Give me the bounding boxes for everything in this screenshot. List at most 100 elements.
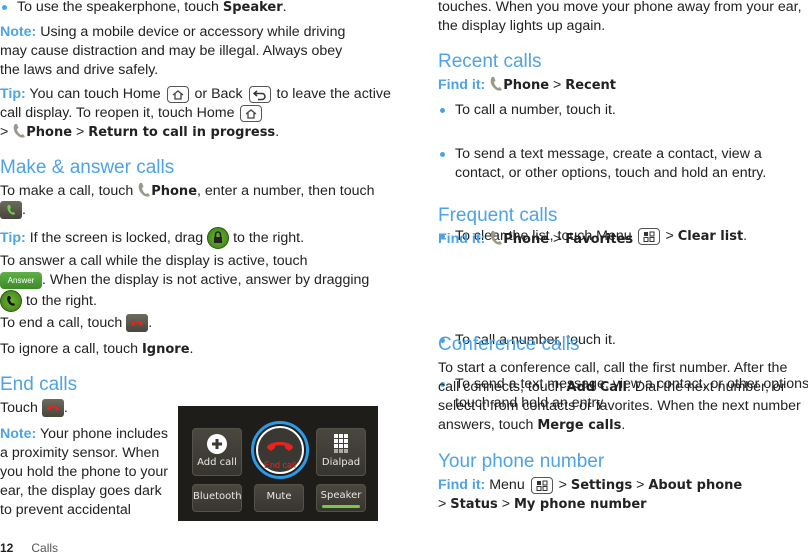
- settings-term: Settings: [570, 478, 633, 493]
- speaker-button: Speaker: [316, 484, 366, 512]
- text: .: [282, 0, 287, 15]
- findit-label: Find it:: [438, 77, 486, 93]
- bluetooth-label: Bluetooth: [193, 491, 242, 502]
- tip-home-back: Tip: You can touch Home or Back to leave…: [0, 85, 400, 142]
- conference-paragraph: To start a conference call, call the fir…: [438, 359, 808, 435]
- proximity-continuation: touches. When you move your phone away f…: [438, 0, 802, 34]
- status-term: Status: [450, 497, 498, 512]
- page-number: 12: [0, 541, 14, 555]
- heading-make-answer-calls: Make & answer calls: [0, 157, 175, 178]
- heading-your-phone-number: Your phone number: [438, 451, 605, 472]
- separator: >: [554, 477, 571, 493]
- end-call-button: End call: [256, 426, 304, 474]
- text: To make a call, touch: [0, 183, 138, 199]
- text: >: [0, 124, 13, 140]
- right-column: touches. When you move your phone away f…: [438, 0, 808, 512]
- menu-key-icon: [530, 476, 553, 494]
- phone-term: Phone: [503, 232, 550, 247]
- mute-button: Mute: [254, 484, 304, 512]
- add-call-label: Add call: [197, 457, 237, 468]
- text: .: [621, 417, 626, 433]
- phone-term: Phone: [26, 125, 73, 140]
- about-phone-term: About phone: [648, 478, 743, 493]
- phone-app-icon: [137, 182, 151, 198]
- plus-icon: [207, 434, 227, 454]
- answer-call-paragraph: To answer a call while the display is ac…: [0, 252, 380, 312]
- mute-label: Mute: [266, 491, 292, 502]
- add-call-term: Add Call: [566, 380, 627, 395]
- hang-up-icon: [267, 442, 293, 451]
- unlock-icon: [207, 227, 230, 249]
- list-item: To send a text message, create a contact…: [438, 145, 808, 183]
- bluetooth-button: Bluetooth: [192, 484, 242, 512]
- dialpad-button: Dialpad: [316, 428, 366, 476]
- return-to-call-term: Return to call in progress: [88, 125, 276, 140]
- findit-recent: Find it: Phone > Recent: [438, 76, 616, 95]
- phone-term: Phone: [151, 184, 198, 199]
- list-item: To call a number, touch it.: [438, 101, 808, 120]
- heading-frequent-calls: Frequent calls: [438, 205, 558, 226]
- home-key-icon: [240, 104, 263, 122]
- text: .: [189, 341, 194, 357]
- separator: >: [497, 496, 514, 512]
- text: .: [743, 228, 748, 244]
- heading-end-calls: End calls: [0, 374, 78, 395]
- tip-locked: Tip: If the screen is locked, drag to th…: [0, 227, 400, 249]
- touch-end-paragraph: Touch .: [0, 399, 170, 418]
- end-call-ring: End call: [251, 421, 309, 479]
- add-call-button: Add call: [192, 428, 242, 476]
- speaker-term: Speaker: [222, 0, 283, 15]
- findit-frequent: Find it: Phone > Favorites: [438, 230, 633, 249]
- text: . When the display is not active, answer…: [42, 272, 370, 288]
- end-call-icon: [126, 314, 149, 333]
- text: To use the speakerphone, touch: [17, 0, 223, 15]
- heading-recent-calls: Recent calls: [438, 51, 542, 72]
- text: If the screen is locked, drag: [25, 229, 208, 246]
- dialpad-label: Dialpad: [321, 457, 361, 468]
- phone-app-icon: [489, 76, 503, 92]
- text: or Back: [190, 86, 247, 102]
- heading-conference-calls: Conference calls: [438, 334, 580, 355]
- phone-term: Phone: [503, 78, 550, 93]
- answer-button-icon: Answer: [0, 271, 42, 289]
- findit-label: Find it:: [438, 477, 486, 493]
- text: to the right.: [229, 229, 305, 246]
- back-key-icon: [248, 85, 271, 103]
- text: Menu: [485, 477, 529, 493]
- end-call-label: End call: [263, 460, 297, 470]
- home-key-icon: [166, 85, 189, 103]
- speaker-active-indicator: [322, 505, 360, 508]
- text: To end a call, touch: [0, 315, 127, 331]
- phone-app-icon: [489, 230, 503, 246]
- make-call-paragraph: To make a call, touch Phone, enter a num…: [0, 182, 380, 220]
- speaker-label: Speaker: [320, 490, 362, 501]
- dialpad-icon: [334, 434, 348, 453]
- separator: >: [632, 477, 649, 493]
- page-footer: 12 Calls: [0, 541, 58, 555]
- text: .: [275, 124, 280, 140]
- end-call-icon: [41, 399, 64, 418]
- findit-label: Find it:: [438, 231, 486, 247]
- findit-phone-number: Find it: Menu > Settings > About phone >…: [438, 476, 808, 514]
- recent-term: Recent: [565, 78, 617, 93]
- text: >: [72, 124, 89, 140]
- phone-app-icon: [12, 123, 26, 139]
- answer-drag-icon: [0, 290, 22, 312]
- my-phone-number-term: My phone number: [513, 497, 647, 512]
- text: You can touch Home: [25, 86, 165, 102]
- text: .: [22, 202, 26, 218]
- text: to the right.: [22, 292, 97, 309]
- separator: >: [661, 228, 678, 244]
- speaker-bullet: To use the speakerphone, touch Speaker.: [0, 0, 417, 17]
- separator: >: [438, 496, 451, 512]
- ignore-paragraph: To ignore a call, touch Ignore.: [0, 340, 380, 359]
- text: .: [148, 315, 153, 331]
- note-proximity: Note: Your phone includes a proximity se…: [0, 425, 170, 520]
- left-column: To use the speakerphone, touch Speaker . …: [0, 0, 410, 518]
- separator: >: [549, 77, 566, 93]
- menu-key-icon: [637, 227, 660, 245]
- clear-list-term: Clear list: [677, 229, 744, 244]
- section-name: Calls: [31, 541, 59, 555]
- favorites-term: Favorites: [565, 232, 634, 247]
- text: , enter a number, then touch: [197, 183, 375, 199]
